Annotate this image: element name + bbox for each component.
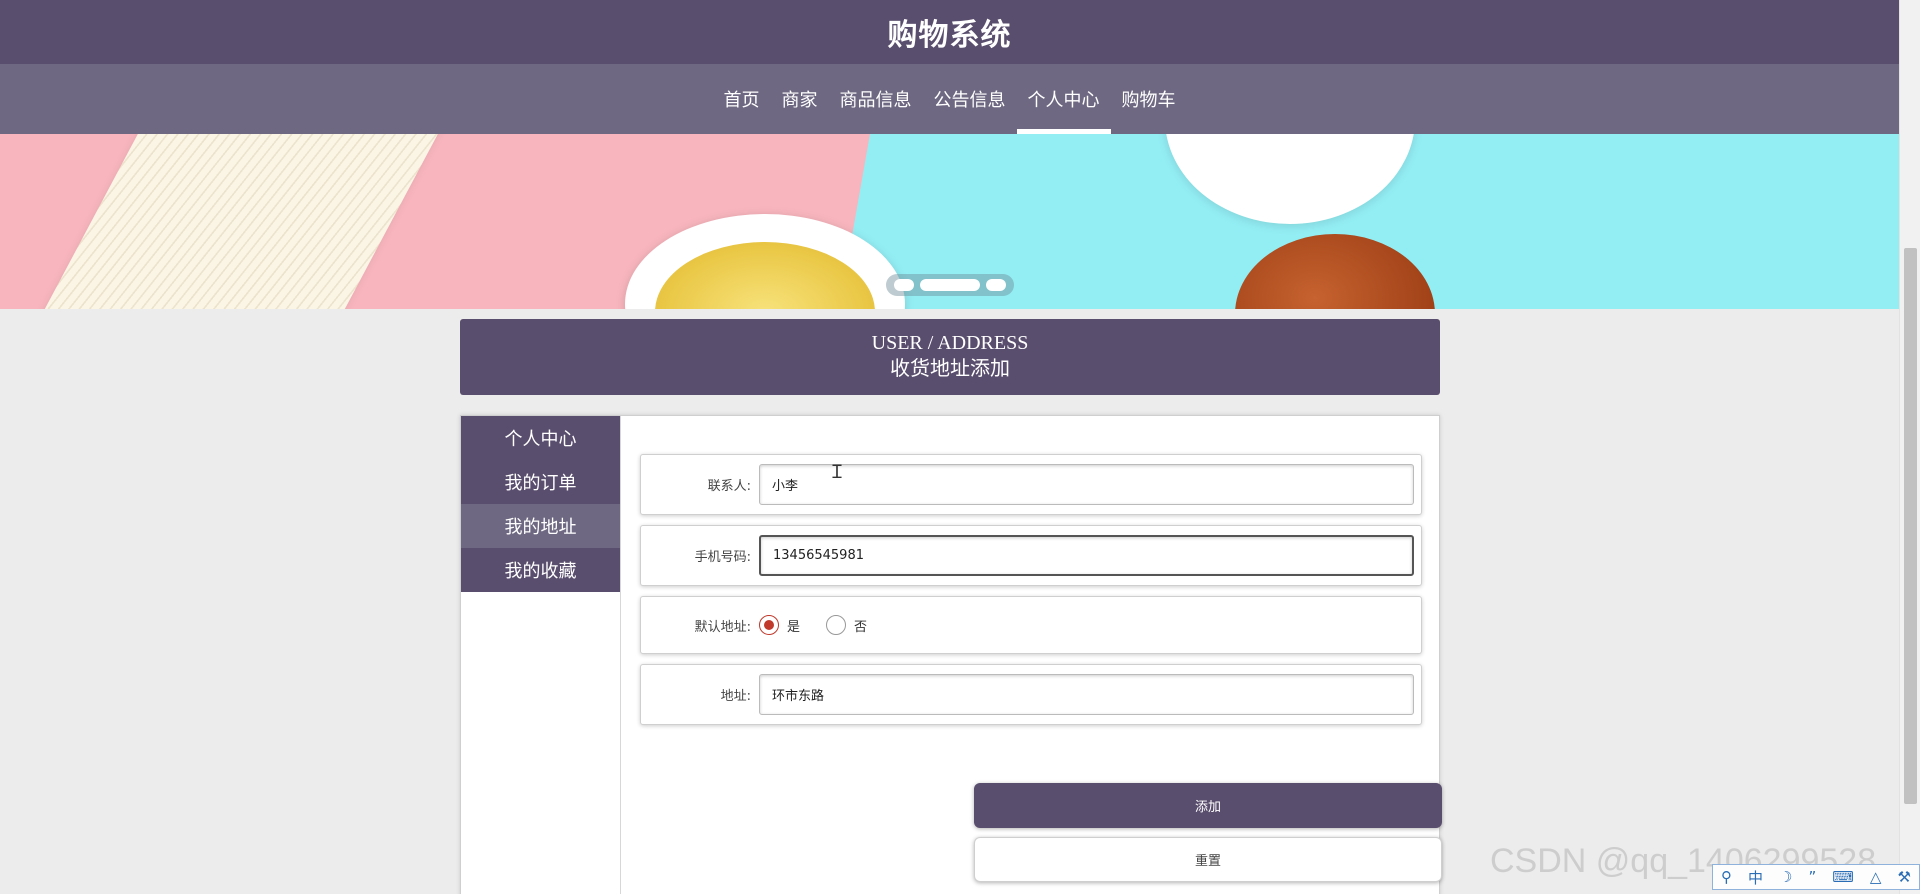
default-address-radio-group: 是 否 [759, 615, 885, 635]
default-address-row: 默认地址: 是 否 [640, 596, 1422, 654]
address-label: 地址: [720, 689, 751, 704]
sidebar-item-my-favorites[interactable]: 我的收藏 [461, 548, 620, 592]
nav-item-products[interactable]: 商品信息 [829, 64, 923, 134]
contact-label: 联系人: [707, 479, 751, 494]
nav-item-home[interactable]: 首页 [713, 64, 771, 134]
banner-noodles-image [20, 134, 460, 309]
phone-row: 手机号码: [640, 525, 1422, 586]
scroll-thumb[interactable] [1904, 248, 1917, 804]
phone-label: 手机号码: [694, 550, 751, 565]
address-form: 联系人: 手机号码: 默认地址: 是 否 地址: 添加 重置 [640, 454, 1442, 882]
address-input[interactable] [759, 674, 1414, 715]
contact-input[interactable] [759, 464, 1414, 505]
carousel-dot[interactable] [894, 279, 914, 291]
ime-toolbar: ⚲ 中 ☽ ” ⌨ △ ⚒ [1712, 864, 1920, 890]
phone-input[interactable] [759, 535, 1414, 576]
site-title: 购物系统 [887, 18, 1012, 53]
address-row: 地址: [640, 664, 1422, 725]
moon-icon[interactable]: ☽ [1779, 868, 1792, 886]
default-yes-label[interactable]: 是 [787, 616, 800, 635]
punct-icon[interactable]: ” [1808, 868, 1816, 886]
page-scrollbar[interactable] [1899, 0, 1920, 894]
default-no-radio[interactable] [826, 615, 847, 635]
page-title-cn: 收货地址添加 [890, 358, 1010, 380]
reset-button[interactable]: 重置 [974, 837, 1442, 882]
default-yes-radio[interactable] [759, 615, 779, 635]
sidebar-item-my-address[interactable]: 我的地址 [461, 504, 620, 548]
search-icon[interactable]: ⚲ [1721, 868, 1732, 886]
carousel-dot[interactable] [986, 279, 1006, 291]
zh-icon[interactable]: 中 [1748, 867, 1763, 888]
shirt-icon[interactable]: △ [1870, 868, 1882, 886]
banner-carousel [0, 134, 1899, 309]
add-button[interactable]: 添加 [974, 783, 1442, 828]
page-header: USER / ADDRESS 收货地址添加 [460, 319, 1440, 395]
nav-item-personal-center[interactable]: 个人中心 [1016, 64, 1111, 134]
carousel-dot-active[interactable] [920, 279, 980, 291]
sidebar: 个人中心 我的订单 我的地址 我的收藏 [461, 416, 621, 894]
main-nav: 首页 商家 商品信息 公告信息 个人中心 购物车 [0, 64, 1899, 134]
default-no-label[interactable]: 否 [854, 616, 867, 635]
sidebar-item-personal-center[interactable]: 个人中心 [461, 416, 620, 460]
contact-row: 联系人: [640, 454, 1422, 515]
wrench-icon[interactable]: ⚒ [1897, 868, 1910, 886]
site-header: 购物系统 [0, 0, 1899, 64]
text-cursor-icon: Ｉ [828, 462, 846, 483]
nav-item-cart[interactable]: 购物车 [1111, 64, 1187, 134]
content-panel: 个人中心 我的订单 我的地址 我的收藏 联系人: 手机号码: 默认地址: 是 否… [460, 415, 1442, 894]
nav-item-merchants[interactable]: 商家 [771, 64, 829, 134]
nav-item-announcements[interactable]: 公告信息 [923, 64, 1017, 134]
default-address-label: 默认地址: [694, 619, 751, 635]
carousel-indicators [886, 274, 1014, 296]
keyboard-icon[interactable]: ⌨ [1832, 868, 1854, 886]
page-title-en: USER / ADDRESS [871, 332, 1029, 354]
sidebar-item-my-orders[interactable]: 我的订单 [461, 460, 620, 504]
